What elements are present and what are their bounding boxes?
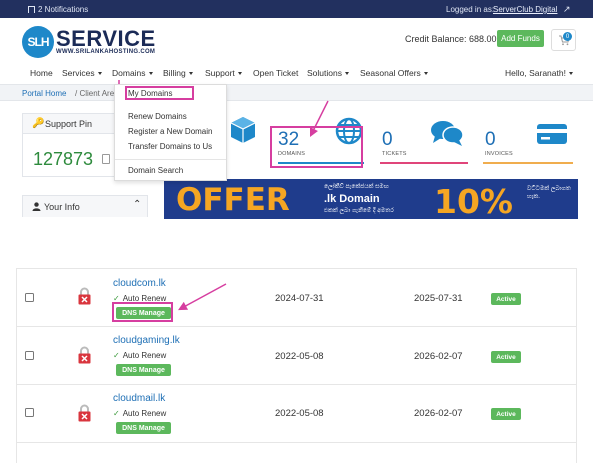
menu-register-domain[interactable]: Register a New Domain	[128, 127, 212, 136]
menu-divider	[115, 159, 226, 160]
arrow-to-dns-manage	[178, 283, 227, 311]
annotation-arrows	[114, 80, 329, 311]
menu-domain-search[interactable]: Domain Search	[128, 166, 183, 175]
menu-my-domains[interactable]: My Domains	[128, 89, 172, 98]
menu-renew-domains[interactable]: Renew Domains	[128, 112, 187, 121]
domains-dropdown: My Domains Renew Domains Register a New …	[114, 84, 227, 181]
menu-transfer-domains[interactable]: Transfer Domains to Us	[128, 142, 212, 151]
arrow-to-domains-stat	[309, 100, 329, 138]
